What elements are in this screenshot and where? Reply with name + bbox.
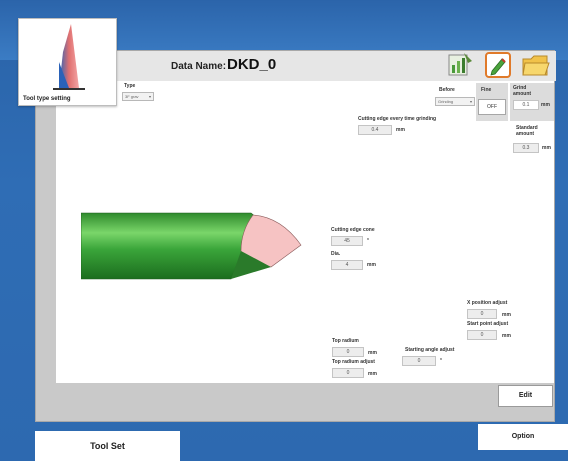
- starting-angle-adjust-input[interactable]: 0: [402, 356, 436, 366]
- cutting-edge-grinding-input[interactable]: 0.4: [358, 125, 392, 135]
- starting-angle-adjust-unit: °: [440, 358, 442, 364]
- cutting-edge-cone-label: Cutting edge cone: [331, 227, 375, 233]
- before-select[interactable]: Grinding ▾: [435, 97, 475, 106]
- x-position-adjust-unit: mm: [502, 312, 511, 318]
- cutting-edge-grinding-unit: mm: [396, 127, 405, 133]
- data-name-value: DKD_0: [227, 56, 277, 73]
- start-point-adjust-input[interactable]: 0: [467, 330, 497, 340]
- start-point-adjust-label: Start point adjust: [467, 321, 509, 327]
- top-radium-adjust-input[interactable]: 0: [332, 368, 364, 378]
- starting-angle-adjust-label: Starting angle adjust: [405, 347, 455, 353]
- x-position-adjust-label: X position adjust: [467, 300, 508, 306]
- cutting-edge-cone-input[interactable]: 45: [331, 236, 363, 246]
- top-radium-input[interactable]: 0: [332, 347, 364, 357]
- tool-illustration: [81, 212, 302, 280]
- before-select-value: Grinding: [438, 99, 454, 104]
- fine-label: Fine: [481, 87, 492, 93]
- chart-icon[interactable]: [446, 51, 474, 79]
- tab-tool-set[interactable]: Tool Set: [35, 431, 180, 461]
- data-name-label: Data Name:: [171, 61, 227, 72]
- tool-thumbnail-icon: [53, 24, 85, 90]
- type-label: Type: [124, 83, 136, 89]
- standard-amount-input[interactable]: 0.3: [513, 143, 539, 153]
- tool-canvas: Type 3F grav ▾ Cutting edge every time g…: [56, 81, 554, 383]
- top-radium-adjust-unit: mm: [368, 371, 377, 377]
- tool-type-setting-label: Tool type setting: [23, 96, 71, 102]
- tab-option[interactable]: Option: [478, 424, 568, 450]
- grind-amount-unit: mm: [541, 102, 550, 108]
- cutting-edge-grinding-label: Cutting edge every time grinding: [358, 116, 437, 122]
- edit-icon[interactable]: [484, 51, 512, 79]
- fine-toggle[interactable]: OFF: [478, 99, 506, 115]
- dia-input[interactable]: 4: [331, 260, 363, 270]
- tool-type-setting-card[interactable]: Tool type setting: [18, 18, 117, 106]
- dia-label: Dia.: [331, 251, 341, 257]
- top-radium-label: Top radium: [332, 338, 359, 344]
- chevron-down-icon: ▾: [148, 94, 151, 99]
- cutting-edge-cone-unit: °: [367, 238, 369, 244]
- start-point-adjust-unit: mm: [502, 333, 511, 339]
- grind-amount-input[interactable]: 0.1: [513, 100, 539, 110]
- x-position-adjust-input[interactable]: 0: [467, 309, 497, 319]
- grind-amount-label: Grind amount: [513, 85, 532, 97]
- type-select[interactable]: 3F grav ▾: [122, 92, 154, 101]
- edit-button[interactable]: Edit: [498, 385, 553, 407]
- dia-unit: mm: [367, 262, 376, 268]
- before-label: Before: [439, 87, 455, 93]
- top-radium-adjust-label: Top radium adjust: [332, 359, 375, 365]
- standard-amount-unit: mm: [542, 145, 551, 151]
- chevron-down-icon: ▾: [469, 99, 472, 104]
- standard-amount-label: Standard amount: [516, 125, 538, 137]
- type-select-value: 3F grav: [125, 94, 139, 99]
- top-radium-unit: mm: [368, 350, 377, 356]
- folder-icon[interactable]: [521, 51, 550, 79]
